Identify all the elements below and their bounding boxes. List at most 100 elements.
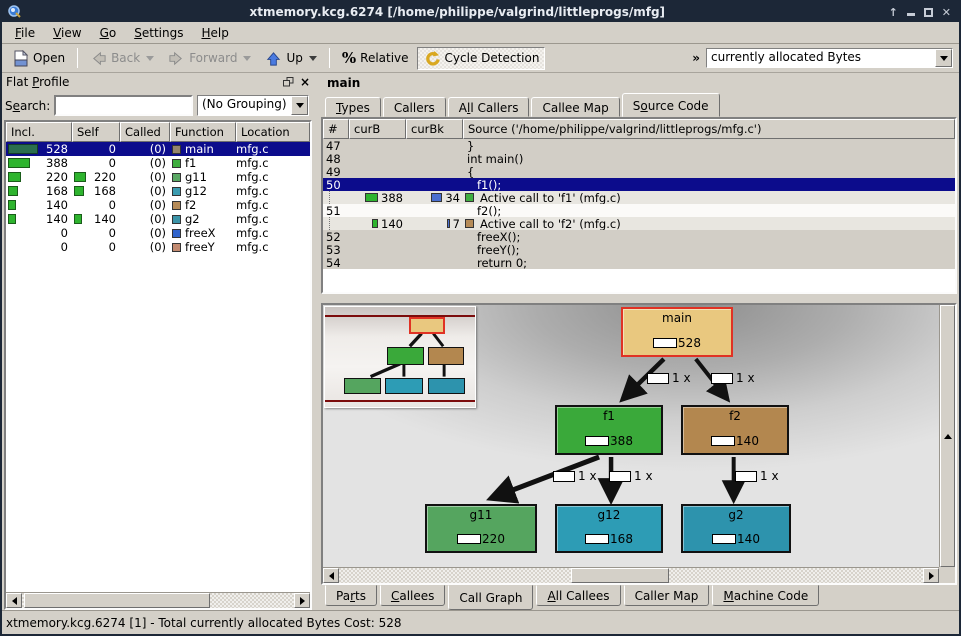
source-line[interactable]: 48 int main() xyxy=(323,152,955,165)
source-line[interactable]: 53 freeY(); xyxy=(323,243,955,256)
column-header-location[interactable]: Location xyxy=(236,122,310,142)
graph-vscrollbar[interactable] xyxy=(939,305,955,567)
table-row[interactable]: 0 0 (0) freeY mfg.c xyxy=(6,240,310,254)
table-row[interactable]: 388 0 (0) f1 mfg.c xyxy=(6,156,310,170)
graph-node-main[interactable]: main 528 xyxy=(621,307,733,357)
tab-parts[interactable]: Parts xyxy=(325,585,377,606)
scroll-right-button[interactable] xyxy=(294,593,310,608)
minimize-button[interactable] xyxy=(907,13,915,16)
open-button[interactable]: Open xyxy=(6,47,71,70)
tab-types[interactable]: Types xyxy=(325,97,381,117)
tab-machine-code[interactable]: Machine Code xyxy=(712,585,819,606)
scrollbar-track[interactable] xyxy=(22,593,294,608)
grouping-dropdown-button[interactable] xyxy=(291,96,308,115)
close-button[interactable]: ✕ xyxy=(942,7,951,18)
column-header-self[interactable]: Self xyxy=(72,122,120,142)
cycle-detection-toggle-button[interactable]: Cycle Detection xyxy=(417,47,546,70)
source-line[interactable]: 49 { xyxy=(323,165,955,178)
scroll-up-button[interactable] xyxy=(940,305,955,567)
tab-all-callees[interactable]: All Callees xyxy=(536,585,620,606)
forward-button[interactable]: Forward xyxy=(162,47,257,70)
search-row: Search: (No Grouping) xyxy=(4,91,312,120)
scroll-left-button[interactable] xyxy=(323,568,339,583)
search-input[interactable] xyxy=(54,95,193,116)
cost-bar xyxy=(74,214,82,224)
event-type-select[interactable]: currently allocated Bytes xyxy=(706,48,953,68)
graph-node-f1[interactable]: f1 388 xyxy=(555,405,663,455)
source-line[interactable]: 54 return 0; xyxy=(323,256,955,269)
column-header-called[interactable]: Called xyxy=(120,122,170,142)
graph-node-g2[interactable]: g2 140 xyxy=(681,504,791,553)
menu-help[interactable]: Help xyxy=(192,24,237,42)
scroll-left-button[interactable] xyxy=(6,593,22,608)
column-header-line[interactable]: # xyxy=(323,119,349,139)
function-color-swatch xyxy=(172,159,181,168)
column-header-incl[interactable]: Incl. xyxy=(6,122,72,142)
graph-node-g11[interactable]: g11 220 xyxy=(425,504,537,553)
back-label: Back xyxy=(111,51,140,65)
toolbar-overflow-button[interactable]: » xyxy=(688,51,704,65)
tab-source-code[interactable]: Source Code xyxy=(622,93,720,117)
scrollbar-thumb[interactable] xyxy=(24,593,210,608)
float-dock-icon[interactable] xyxy=(283,77,294,87)
back-dropdown-icon[interactable] xyxy=(146,56,154,61)
column-header-source[interactable]: Source ('/home/philippe/valgrind/littlep… xyxy=(463,119,955,139)
menu-settings[interactable]: Settings xyxy=(125,24,192,42)
graph-hscrollbar[interactable] xyxy=(323,567,939,583)
vertical-splitter[interactable] xyxy=(314,73,321,610)
table-row[interactable]: 0 0 (0) freeX mfg.c xyxy=(6,226,310,240)
tab-callees[interactable]: Callees xyxy=(380,585,445,606)
tab-caller-map[interactable]: Caller Map xyxy=(624,585,710,606)
dock-header[interactable]: Flat Profile × xyxy=(4,73,312,91)
scroll-right-button[interactable] xyxy=(923,568,939,583)
source-call-line[interactable]: 388 34 Active call to 'f1' (mfg.c) xyxy=(323,191,955,204)
tab-call-graph[interactable]: Call Graph xyxy=(448,585,533,610)
up-button[interactable]: Up xyxy=(259,47,322,70)
maximize-button[interactable] xyxy=(924,8,933,17)
up-dropdown-icon[interactable] xyxy=(309,56,317,61)
source-code-view: # curB curBk Source ('/home/philippe/val… xyxy=(321,117,957,294)
chevron-down-icon xyxy=(940,56,948,61)
back-button[interactable]: Back xyxy=(84,47,160,70)
event-type-dropdown-button[interactable] xyxy=(935,49,952,67)
graph-node-g12[interactable]: g12 168 xyxy=(555,504,663,553)
source-line[interactable]: 51 f2(); xyxy=(323,204,955,217)
table-row[interactable]: 220 220 (0) g11 mfg.c xyxy=(6,170,310,184)
close-dock-icon[interactable]: × xyxy=(300,76,310,88)
chevron-down-icon xyxy=(296,103,304,108)
graph-overview-minimap[interactable] xyxy=(324,306,476,408)
grouping-select[interactable]: (No Grouping) xyxy=(197,95,309,116)
table-row[interactable]: 528 0 (0) main mfg.c xyxy=(6,142,310,156)
relative-toggle-button[interactable]: % Relative xyxy=(336,46,415,70)
call-graph-canvas[interactable]: main 528 f1 388 f2 140 g11 220 xyxy=(323,305,939,567)
scrollbar-track[interactable] xyxy=(339,568,923,583)
function-list-header: Incl. Self Called Function Location xyxy=(6,122,310,142)
table-row[interactable]: 140 0 (0) f2 mfg.c xyxy=(6,198,310,212)
graph-node-f2[interactable]: f2 140 xyxy=(681,405,789,455)
relative-label: Relative xyxy=(360,51,408,65)
column-header-curbk[interactable]: curBk xyxy=(406,119,463,139)
column-header-curb[interactable]: curB xyxy=(349,119,406,139)
menu-view[interactable]: View xyxy=(44,24,90,42)
source-call-line[interactable]: 140 7 Active call to 'f2' (mfg.c) xyxy=(323,217,955,230)
source-line-selected[interactable]: 50 f1(); xyxy=(323,178,955,191)
flat-profile-hscrollbar[interactable] xyxy=(6,592,310,608)
shade-button[interactable]: ↑ xyxy=(889,7,898,18)
menu-go[interactable]: Go xyxy=(91,24,126,42)
cost-bar xyxy=(647,373,669,384)
forward-dropdown-icon[interactable] xyxy=(243,56,251,61)
source-line[interactable]: 47 } xyxy=(323,139,955,152)
forward-label: Forward xyxy=(189,51,237,65)
column-header-function[interactable]: Function xyxy=(170,122,236,142)
tab-callers[interactable]: Callers xyxy=(383,97,446,117)
table-row[interactable]: 168 168 (0) g12 mfg.c xyxy=(6,184,310,198)
menu-file[interactable]: File xyxy=(6,24,44,42)
source-line[interactable]: 52 freeX(); xyxy=(323,230,955,243)
table-row[interactable]: 140 140 (0) g2 mfg.c xyxy=(6,212,310,226)
tab-callee-map[interactable]: Callee Map xyxy=(531,97,619,117)
cost-bar xyxy=(653,338,677,348)
tab-all-callers[interactable]: All Callers xyxy=(448,97,530,117)
open-label: Open xyxy=(33,51,65,65)
scrollbar-thumb[interactable] xyxy=(571,568,669,583)
horizontal-splitter[interactable] xyxy=(321,294,957,303)
